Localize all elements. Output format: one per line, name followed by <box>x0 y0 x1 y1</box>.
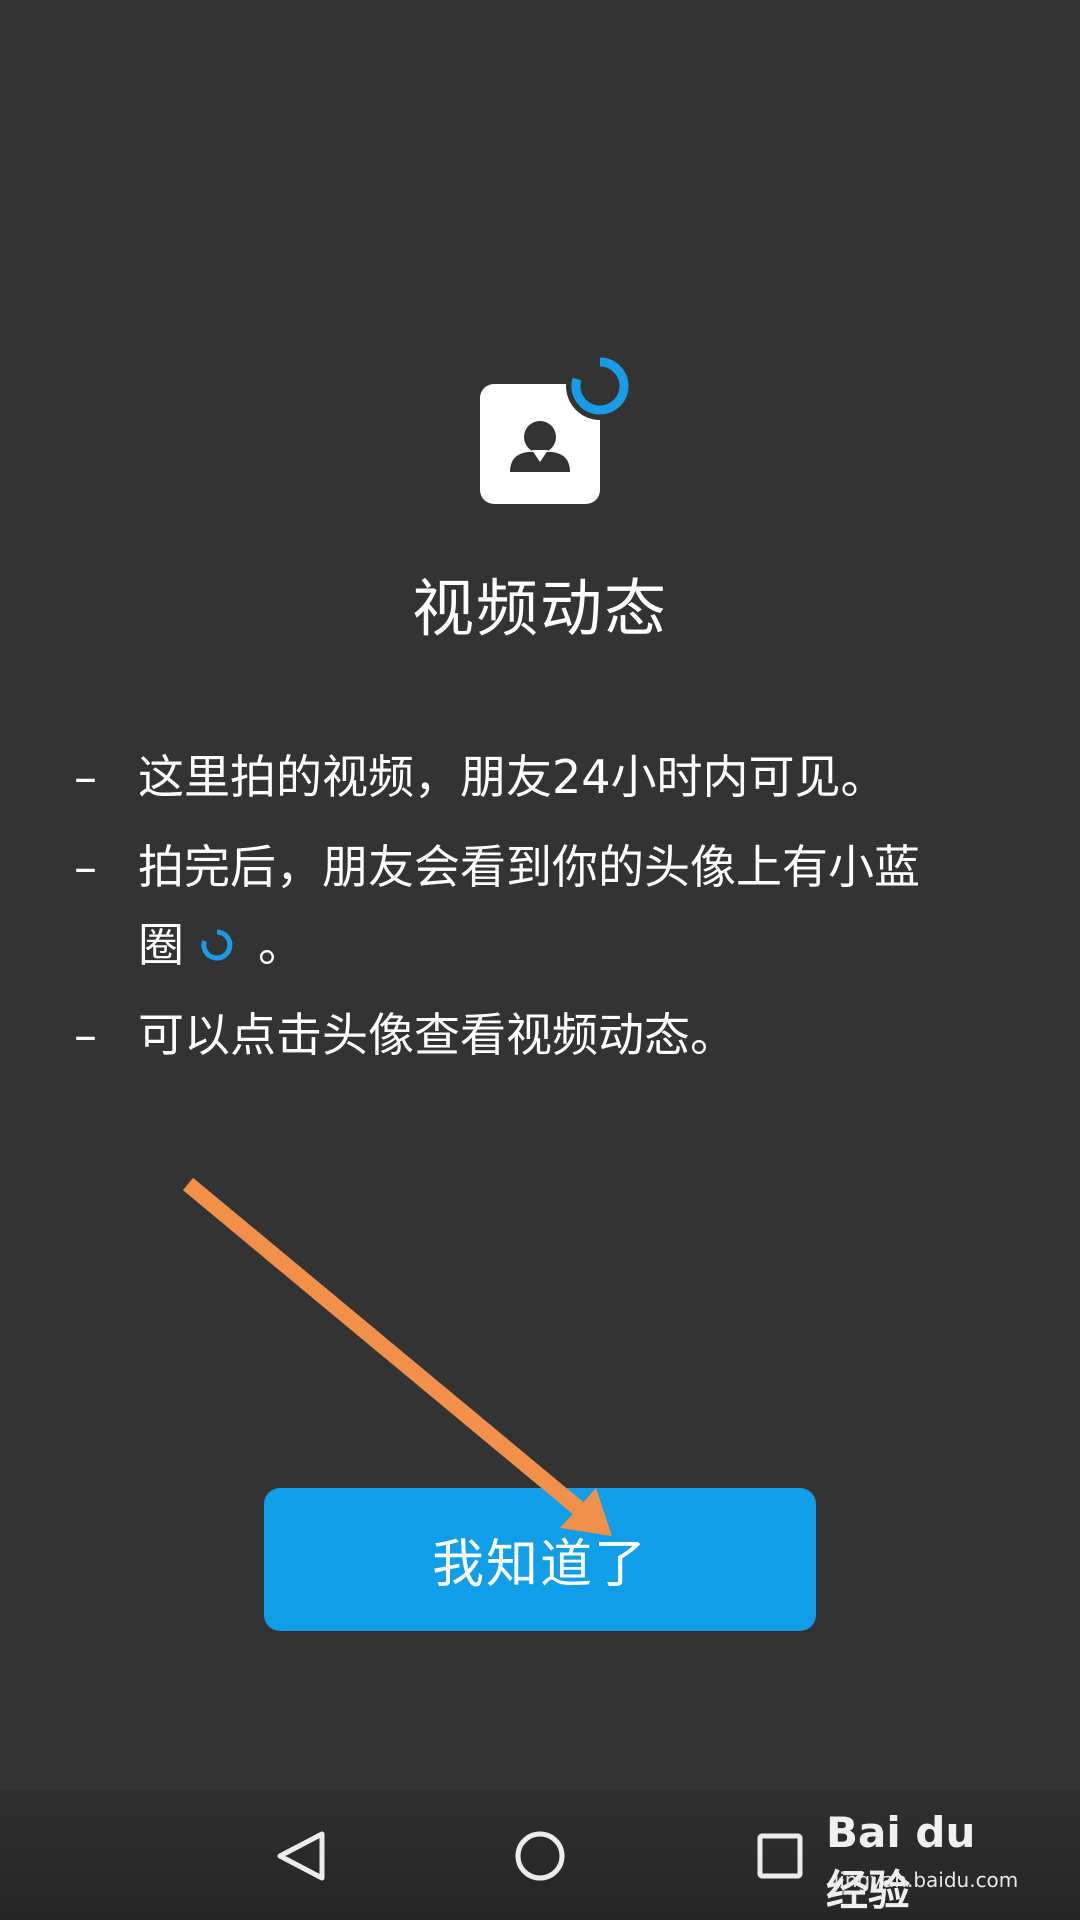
avatar-illustration <box>480 352 634 504</box>
video-moments-intro-screen: 视频动态 – 这里拍的视频，朋友24小时内可见。 – 拍完后，朋友会看到你的头像… <box>0 0 1080 1920</box>
tip-item: – 可以点击头像查看视频动态。 <box>74 996 1014 1074</box>
bullet-dash: – <box>74 1008 97 1062</box>
blue-ring-icon <box>566 352 634 420</box>
watermark-url: jingyan.baidu.com <box>833 1868 1019 1892</box>
dialog-title: 视频动态 <box>411 572 668 645</box>
bullet-dash: – <box>74 750 97 804</box>
tip-text-2: 拍完后，朋友会看到你的头像上有小蓝 <box>138 840 920 894</box>
baidu-jingyan-watermark: Bai du 经验 jingyan.baidu.com <box>826 1800 1026 1915</box>
home-circle-icon[interactable] <box>500 1820 580 1890</box>
got-it-button[interactable]: 我知道了 <box>264 1488 816 1631</box>
bullet-dash: – <box>74 840 97 894</box>
recents-square-icon[interactable] <box>740 1820 820 1890</box>
tips-list: – 这里拍的视频，朋友24小时内可见。 – 拍完后，朋友会看到你的头像上有小蓝 … <box>74 738 1014 1086</box>
tip-text-2-end: 。 <box>258 918 304 972</box>
back-triangle-icon[interactable] <box>260 1820 340 1890</box>
tip-text-2-word: 圈 <box>138 918 184 972</box>
watermark-brand: Bai du 经验 <box>826 1808 976 1915</box>
blue-ring-inline-icon <box>201 929 233 961</box>
tip-text-2-continuation: 圈 。 <box>138 906 1014 984</box>
tip-item: – 这里拍的视频，朋友24小时内可见。 <box>74 738 1014 816</box>
tip-item: – 拍完后，朋友会看到你的头像上有小蓝 圈 。 <box>74 828 1014 984</box>
tip-text-3: 可以点击头像查看视频动态。 <box>138 1008 736 1062</box>
tip-text-1: 这里拍的视频，朋友24小时内可见。 <box>138 750 887 804</box>
